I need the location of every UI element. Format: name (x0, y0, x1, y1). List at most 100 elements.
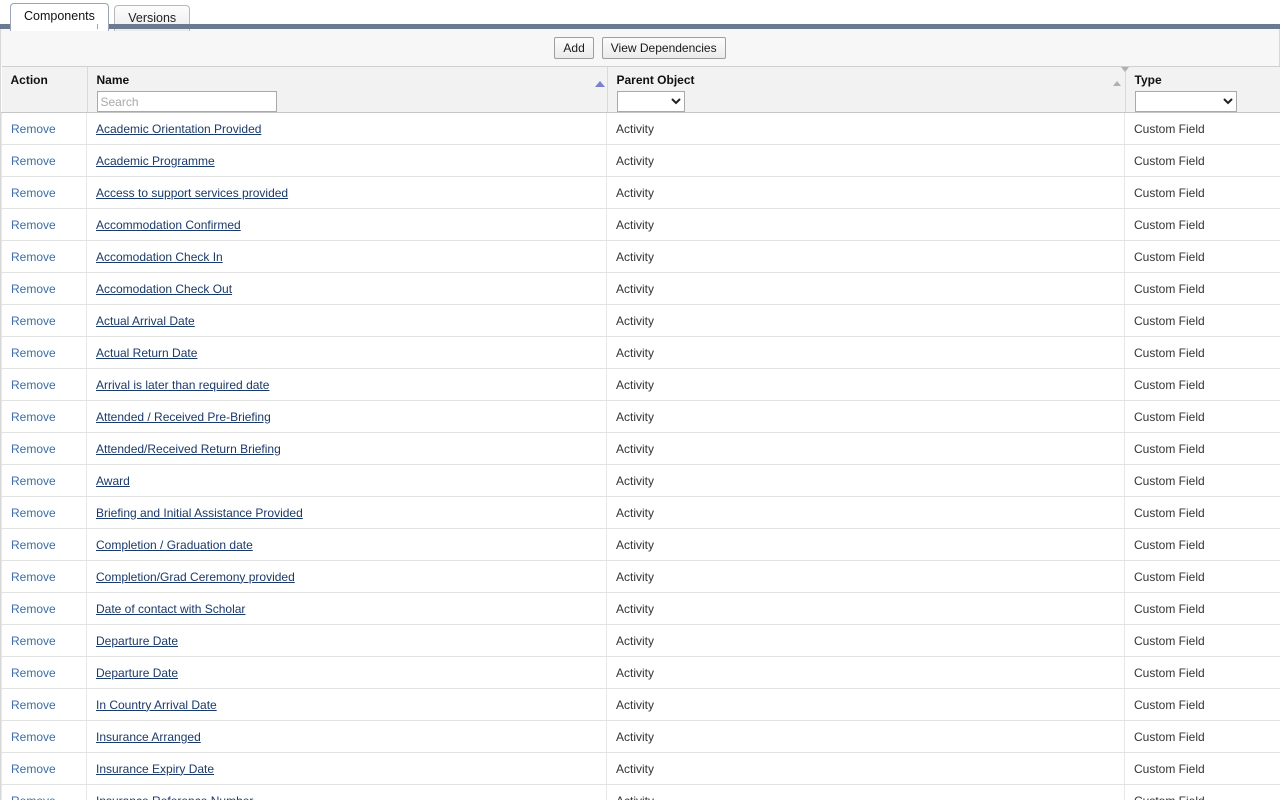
cell-action: Remove (2, 145, 87, 177)
cell-type: Custom Field (1125, 177, 1280, 209)
cell-type: Custom Field (1125, 657, 1280, 689)
table-row: RemoveIn Country Arrival DateActivityCus… (2, 689, 1280, 721)
sort-ascending-icon[interactable] (595, 73, 604, 87)
remove-link[interactable]: Remove (11, 474, 56, 488)
remove-link[interactable]: Remove (11, 186, 56, 200)
remove-link[interactable]: Remove (11, 218, 56, 232)
component-name-link[interactable]: Departure Date (96, 666, 178, 680)
cell-parent-object: Activity (607, 785, 1125, 800)
column-header-action: Action (2, 67, 87, 113)
component-name-link[interactable]: Completion/Grad Ceremony provided (96, 570, 295, 584)
component-name-link[interactable]: Insurance Arranged (96, 730, 201, 744)
table-row: Remove Attended / Received Pre-Briefing Ac… (2, 401, 1280, 433)
table-row: Remove Accommodation Confirmed ActivityCus… (2, 209, 1280, 241)
component-name-link[interactable]: Briefing and Initial Assistance Provided (96, 506, 303, 520)
cell-name: Completion / Graduation date (87, 529, 607, 561)
component-name-link[interactable]: Accomodation Check Out (96, 282, 232, 296)
cell-action: Remove (2, 305, 87, 337)
remove-link[interactable]: Remove (11, 378, 56, 392)
cell-type: Custom Field (1125, 401, 1280, 433)
column-header-name[interactable]: Name (87, 67, 607, 113)
cell-name: Briefing and Initial Assistance Provided (87, 497, 607, 529)
remove-link[interactable]: Remove (11, 570, 56, 584)
cell-name: Date of contact with Scholar (87, 593, 607, 625)
remove-link[interactable]: Remove (11, 506, 56, 520)
cell-action: Remove (2, 433, 87, 465)
component-name-link[interactable]: Insurance Expiry Date (96, 762, 214, 776)
view-dependencies-button[interactable]: View Dependencies (602, 37, 726, 59)
cell-type: Custom Field (1125, 721, 1280, 753)
add-button[interactable]: Add (554, 37, 593, 59)
name-search-input[interactable] (97, 91, 277, 112)
component-name-link[interactable]: Attended / Received Pre-Briefing (96, 410, 271, 424)
remove-link[interactable]: Remove (11, 634, 56, 648)
remove-link[interactable]: Remove (11, 730, 56, 744)
cell-action: Remove (2, 273, 87, 305)
cell-parent-object: Activity (607, 177, 1125, 209)
cell-parent-object: Activity (607, 113, 1125, 145)
component-name-link[interactable]: Actual Arrival Date (96, 314, 195, 328)
remove-link[interactable]: Remove (11, 282, 56, 296)
parent-object-filter-select[interactable] (617, 91, 685, 112)
remove-link[interactable]: Remove (11, 250, 56, 264)
remove-link[interactable]: Remove (11, 442, 56, 456)
table-toolbar: Add View Dependencies (0, 29, 1280, 66)
cell-type: Custom Field (1125, 209, 1280, 241)
remove-link[interactable]: Remove (11, 538, 56, 552)
cell-action: Remove (2, 721, 87, 753)
cell-parent-object: Activity (607, 369, 1125, 401)
component-name-link[interactable]: Attended/Received Return Briefing (96, 442, 281, 456)
cell-parent-object: Activity (607, 401, 1125, 433)
component-name-link[interactable]: In Country Arrival Date (96, 698, 217, 712)
remove-link[interactable]: Remove (11, 794, 56, 800)
remove-link[interactable]: Remove (11, 666, 56, 680)
cell-parent-object: Activity (607, 209, 1125, 241)
component-name-link[interactable]: Arrival is later than required date (96, 378, 269, 392)
component-name-link[interactable]: Departure Date (96, 634, 178, 648)
cell-name: Accomodation Check In (87, 241, 607, 273)
component-name-link[interactable]: Award (96, 474, 130, 488)
table-row: RemoveInsurance ArrangedActivityCustom F… (2, 721, 1280, 753)
remove-link[interactable]: Remove (11, 154, 56, 168)
type-filter-select[interactable] (1135, 91, 1237, 112)
component-name-link[interactable]: Access to support services provided (96, 186, 288, 200)
table-row: RemoveDeparture DateActivityCustom Field (2, 625, 1280, 657)
component-name-link[interactable]: Academic Orientation Provided (96, 122, 261, 136)
cell-action: Remove (2, 561, 87, 593)
remove-link[interactable]: Remove (11, 698, 56, 712)
remove-link[interactable]: Remove (11, 762, 56, 776)
remove-link[interactable]: Remove (11, 346, 56, 360)
cell-type: Custom Field (1125, 465, 1280, 497)
cell-action: Remove (2, 657, 87, 689)
component-name-link[interactable]: Academic Programme (96, 154, 215, 168)
cell-name: Departure Date (87, 657, 607, 689)
remove-link[interactable]: Remove (11, 314, 56, 328)
component-name-link[interactable]: Accomodation Check In (96, 250, 223, 264)
cell-action: Remove (2, 177, 87, 209)
cell-parent-object: Activity (607, 689, 1125, 721)
component-name-link[interactable]: Actual Return Date (96, 346, 197, 360)
cell-type: Custom Field (1125, 273, 1280, 305)
component-name-link[interactable]: Date of contact with Scholar (96, 602, 245, 616)
table-header-row: Action Name Parent Object (2, 67, 1280, 113)
cell-name: Completion/Grad Ceremony provided (87, 561, 607, 593)
table-row: RemoveAccomodation Check InActivityCusto… (2, 241, 1280, 273)
component-name-link[interactable]: Completion / Graduation date (96, 538, 253, 552)
column-header-type[interactable]: Type (1125, 67, 1280, 113)
sort-toggle-icon[interactable] (1113, 73, 1122, 87)
component-name-link[interactable]: Accommodation Confirmed (96, 218, 241, 232)
cell-name: Academic Programme (87, 145, 607, 177)
cell-parent-object: Activity (607, 433, 1125, 465)
column-header-parent-object[interactable]: Parent Object (607, 67, 1125, 113)
cell-name: Actual Return Date (87, 337, 607, 369)
cell-action: Remove (2, 625, 87, 657)
remove-link[interactable]: Remove (11, 602, 56, 616)
remove-link[interactable]: Remove (11, 410, 56, 424)
cell-name: Academic Orientation Provided (87, 113, 607, 145)
cell-name: Insurance Reference Number (87, 785, 607, 800)
remove-link[interactable]: Remove (11, 122, 56, 136)
cell-parent-object: Activity (607, 465, 1125, 497)
component-name-link[interactable]: Insurance Reference Number (96, 794, 253, 800)
cell-type: Custom Field (1125, 753, 1280, 785)
table-header: Action Name Parent Object (2, 67, 1280, 113)
